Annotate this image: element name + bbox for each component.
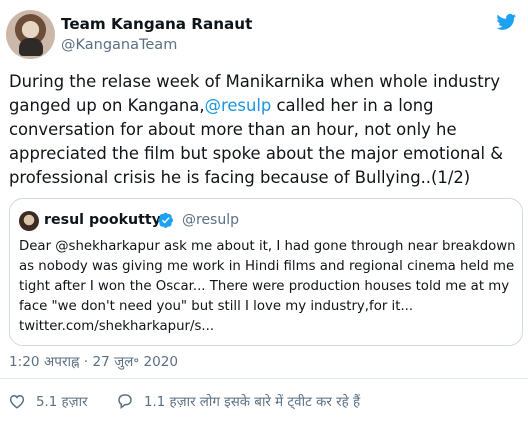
quoted-text: Dear @shekharkapur ask me about it, I ha… <box>19 239 516 334</box>
author-handle[interactable]: @KanganaTeam <box>61 37 177 53</box>
like-button[interactable]: 5.1 हज़ार <box>8 390 88 412</box>
quoted-tweet[interactable]: resul pookutty @resulp Dear @shekharkapu… <box>9 198 523 346</box>
twitter-bird-icon[interactable] <box>495 12 518 32</box>
quoted-author-avatar <box>19 211 39 231</box>
tweet-text: During the relase week of Manikarnika wh… <box>9 70 528 190</box>
tweet-card: Team Kangana Ranaut @KanganaTeam During … <box>0 0 528 424</box>
discussion-count: 1.1 हज़ार लोग इसके बारे में ट्वीट कर रहे… <box>144 395 361 410</box>
author-name[interactable]: Team Kangana Ranaut <box>61 15 252 33</box>
reply-icon <box>118 394 132 409</box>
verified-badge-icon <box>158 212 173 228</box>
like-count: 5.1 हज़ार <box>36 395 88 410</box>
heart-icon <box>9 394 25 409</box>
divider <box>0 378 528 379</box>
timestamp[interactable]: 1:20 अपराह्न · 27 जुल॰ 2020 <box>9 351 178 370</box>
author-avatar[interactable] <box>6 10 55 59</box>
discussion-button[interactable]: 1.1 हज़ार लोग इसके बारे में ट्वीट कर रहे… <box>116 390 360 412</box>
mention-link[interactable]: @resulp <box>205 96 272 115</box>
quoted-author-name: resul pookutty <box>44 212 161 228</box>
quoted-author-handle: @resulp <box>182 212 240 228</box>
